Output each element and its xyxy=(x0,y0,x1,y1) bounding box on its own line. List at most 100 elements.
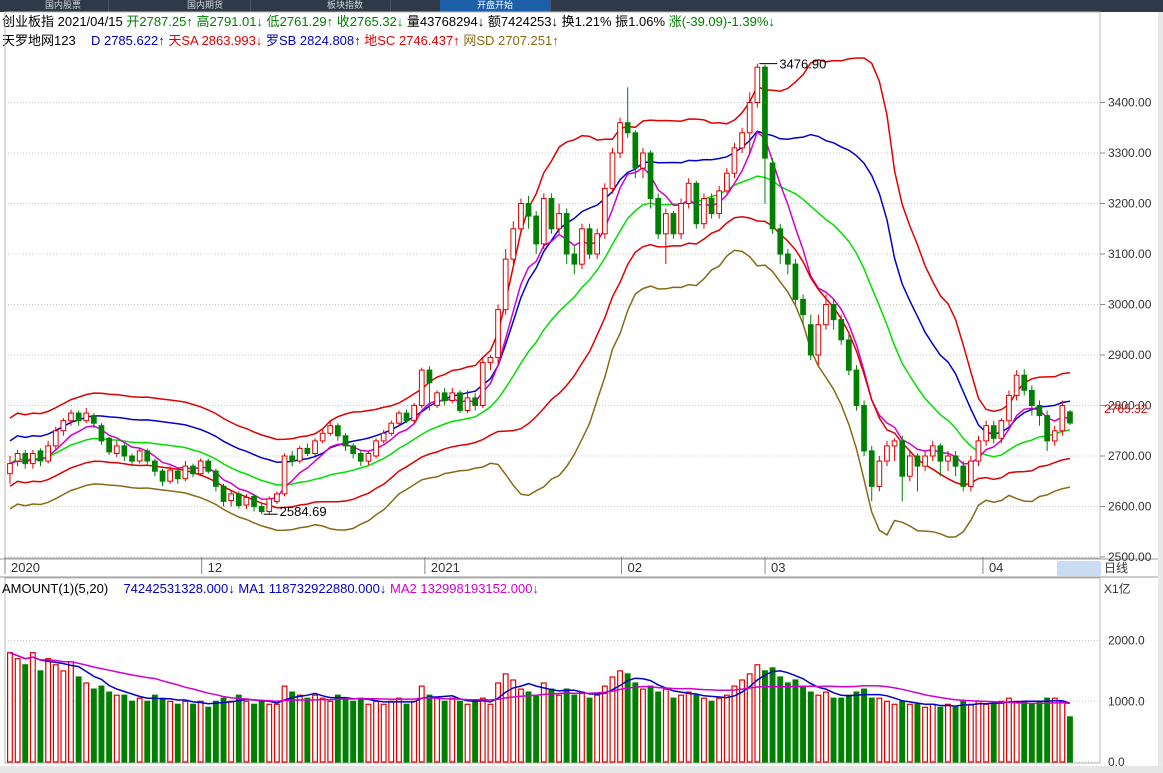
amount-bar xyxy=(273,703,280,763)
amount-bar xyxy=(761,670,768,763)
right-panel-edge xyxy=(1158,12,1163,773)
chart-canvas: 3400.00 3300.00 3200.00 3100.00 3000.00 2900.… xyxy=(0,11,1163,769)
candle-body xyxy=(98,425,105,442)
candle-body xyxy=(701,198,707,225)
candle-body xyxy=(670,213,677,235)
amount-bar xyxy=(144,700,151,763)
candle-body xyxy=(464,397,471,411)
candle-body xyxy=(830,304,837,321)
amount-bar xyxy=(838,697,845,763)
candle-body xyxy=(319,432,326,442)
amount-bar xyxy=(655,691,662,763)
amount-bar xyxy=(365,703,372,763)
amount-bar xyxy=(90,688,97,763)
band-d-line xyxy=(9,130,1071,500)
price-axis-label: 3000.00 xyxy=(1108,298,1152,312)
amount-bar xyxy=(586,697,593,763)
candle-body xyxy=(579,228,585,265)
period-day-button[interactable]: 日线 xyxy=(1104,560,1144,576)
time-scroll-thumb[interactable] xyxy=(1057,561,1101,576)
amount-bar xyxy=(52,664,59,763)
candle-body xyxy=(868,450,875,487)
time-axis-label: 2021 xyxy=(431,560,460,575)
candle-body xyxy=(396,412,402,424)
amount-bar xyxy=(990,703,997,763)
amount-bar xyxy=(578,691,585,763)
candle-body xyxy=(502,258,509,311)
candle-body xyxy=(891,440,898,447)
amount-axis-label: 1000.0 xyxy=(1108,694,1145,708)
amount-bar xyxy=(174,703,181,763)
amount-bar xyxy=(129,700,135,763)
amount-bar xyxy=(167,700,174,763)
amount-bar xyxy=(853,691,860,763)
amount-bar xyxy=(380,703,387,763)
candle-body xyxy=(495,309,501,359)
candle-body xyxy=(929,445,936,457)
candle-body xyxy=(937,445,944,462)
amount-bar xyxy=(29,652,36,763)
candle-body xyxy=(1051,430,1058,442)
amount-bar xyxy=(601,685,608,763)
candle-body xyxy=(693,182,700,225)
amount-ma1-line xyxy=(9,652,1071,707)
amount-bar xyxy=(769,667,776,763)
amount-bar xyxy=(983,703,990,763)
amount-bar xyxy=(67,661,74,763)
candle-body xyxy=(815,324,822,356)
amount-bar xyxy=(373,700,380,763)
candle-body xyxy=(861,405,867,452)
candle-body xyxy=(304,447,311,454)
amount-bar xyxy=(891,703,898,763)
candle-body xyxy=(281,455,288,495)
candle-body xyxy=(357,453,364,462)
amount-bar xyxy=(594,694,601,763)
candle-body xyxy=(159,470,166,482)
candle-body xyxy=(518,203,524,230)
amount-bar xyxy=(662,688,669,763)
amount-bar xyxy=(563,688,570,763)
amount-bar xyxy=(647,685,654,763)
amount-bar xyxy=(212,700,219,763)
candle-body xyxy=(235,493,242,506)
candle-body xyxy=(479,362,486,407)
amount-bar xyxy=(45,658,52,763)
amount-bar xyxy=(487,703,494,763)
candle-body xyxy=(678,203,684,235)
amount-bar xyxy=(800,685,807,763)
amount-bar xyxy=(960,700,967,763)
amount-bar xyxy=(822,691,829,763)
candle-body xyxy=(205,460,212,472)
time-axis-label: 02 xyxy=(628,560,642,575)
amount-ma2-line xyxy=(9,652,1071,705)
amount-bar xyxy=(556,694,563,763)
candle-body xyxy=(418,369,425,407)
amount-bar xyxy=(1066,716,1073,763)
amount-bar xyxy=(922,706,929,763)
candle-body xyxy=(426,369,433,384)
candle-body xyxy=(838,319,845,341)
amount-bar xyxy=(235,694,242,763)
amount-bar xyxy=(639,688,646,763)
candle-body xyxy=(548,198,555,230)
candle-body xyxy=(312,440,318,454)
amount-bar xyxy=(868,697,875,763)
candle-body xyxy=(449,392,456,401)
amount-bar xyxy=(182,700,189,763)
candle-body xyxy=(952,455,959,467)
amount-bar xyxy=(113,694,120,763)
candle-body xyxy=(624,122,631,134)
candle-body xyxy=(289,455,295,462)
candle-body xyxy=(1029,389,1035,406)
amount-bar xyxy=(22,664,29,763)
candle-body xyxy=(510,228,517,260)
amount-bar xyxy=(37,670,44,763)
amount-bar xyxy=(700,697,707,763)
amount-bar xyxy=(83,682,90,763)
amount-bar xyxy=(685,691,692,763)
candle-body xyxy=(434,392,440,406)
ma1-label: MA1 xyxy=(238,581,266,596)
candle-body xyxy=(251,495,257,507)
candle-body xyxy=(1044,415,1051,442)
band-sa-line xyxy=(9,57,1071,441)
